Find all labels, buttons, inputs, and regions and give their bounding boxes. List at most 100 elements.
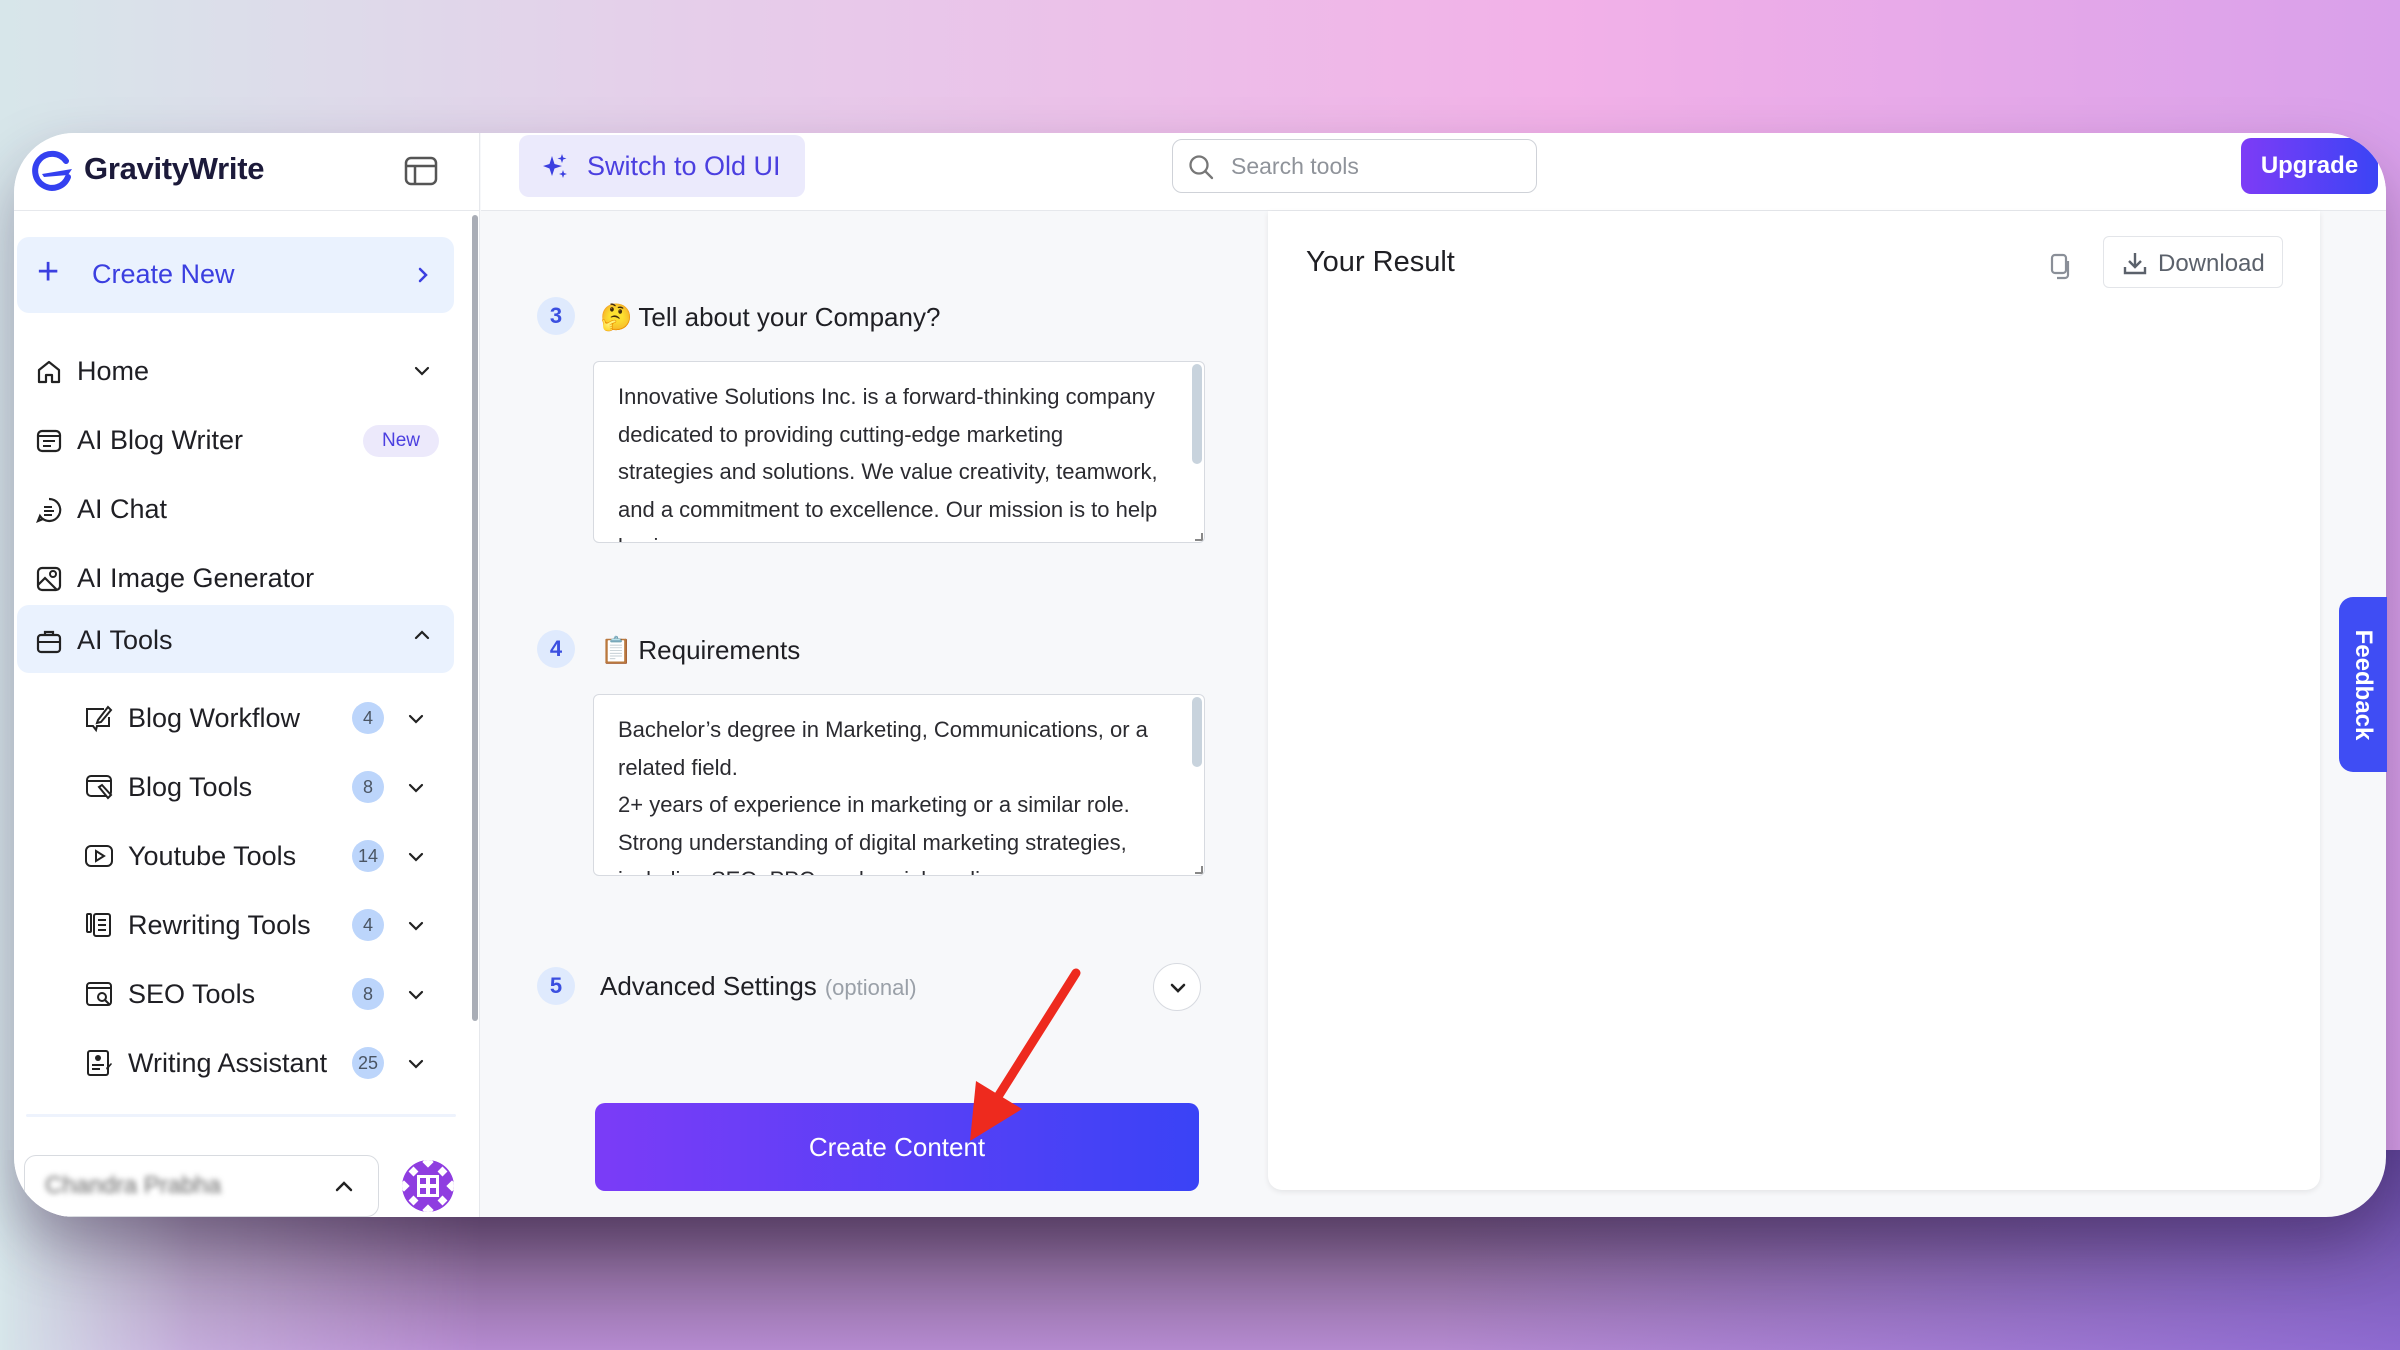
switch-to-old-ui-button[interactable]: Switch to Old UI [519, 135, 805, 197]
blog-writer-icon [36, 429, 62, 453]
create-new-button[interactable]: + Create New [17, 237, 454, 313]
sidebar-toggle-icon[interactable] [402, 152, 440, 190]
company-description-input[interactable]: Innovative Solutions Inc. is a forward-t… [594, 362, 1204, 542]
sidebar-subitem-blog-workflow[interactable]: Blog Workflow 4 [54, 689, 454, 749]
chevron-down-icon [408, 783, 424, 793]
step-title-text: Advanced Settings [600, 971, 817, 1001]
sidebar-item-ai-chat[interactable]: AI Chat [17, 476, 454, 542]
sidebar-item-ai-blog-writer[interactable]: AI Blog Writer New [17, 407, 454, 473]
sparkle-icon [543, 154, 567, 178]
result-title: Your Result [1306, 246, 1455, 278]
plus-icon: + [37, 251, 60, 293]
sidebar-subitem-blog-tools[interactable]: Blog Tools 8 [54, 758, 454, 818]
seo-icon [86, 982, 112, 1006]
create-content-button[interactable]: Create Content [595, 1103, 1199, 1191]
step-title-text: Requirements [638, 635, 801, 665]
home-icon [37, 360, 61, 384]
result-panel: Your Result Download [1268, 211, 2320, 1190]
briefcase-icon [36, 630, 62, 654]
copy-icon[interactable] [2046, 251, 2076, 281]
subitem-label: Blog Tools [128, 772, 253, 802]
sidebar-item-label: AI Chat [77, 494, 168, 524]
feedback-label: Feedback [2350, 629, 2377, 740]
gravitywrite-logo-icon [32, 150, 72, 191]
search-box [1172, 139, 1537, 193]
advanced-settings-toggle[interactable] [1153, 963, 1201, 1011]
download-icon [2123, 253, 2147, 275]
sidebar-item-ai-tools[interactable]: AI Tools [17, 605, 454, 673]
chevron-down-icon [1170, 983, 1186, 993]
edit-window-icon [86, 705, 113, 733]
upgrade-button[interactable]: Upgrade [2241, 138, 2378, 194]
step-title-advanced-settings[interactable]: Advanced Settings (optional) [600, 971, 917, 1002]
count-badge: 4 [352, 909, 384, 941]
brand-name: GravityWrite [84, 151, 265, 186]
sidebar-scrollbar[interactable] [472, 215, 478, 1021]
sidebar-item-label: Home [77, 356, 150, 386]
count-badge: 4 [352, 702, 384, 734]
company-description-field: Innovative Solutions Inc. is a forward-t… [593, 361, 1205, 543]
thinking-face-icon: 🤔 [600, 302, 633, 332]
chevron-down-icon [408, 852, 424, 862]
subitem-label: Rewriting Tools [128, 910, 311, 940]
rewrite-icon [86, 913, 111, 937]
step-title-text: Tell about your Company? [638, 302, 941, 332]
user-account-select[interactable]: Chandra Prabha [24, 1155, 379, 1217]
step-number: 3 [537, 297, 575, 335]
sidebar-item-home[interactable]: Home [17, 338, 454, 404]
youtube-icon [85, 845, 113, 867]
resize-handle[interactable] [1195, 533, 1203, 541]
chevron-down-icon [408, 990, 424, 1000]
clipboard-icon: 📋 [600, 635, 633, 665]
requirements-field: Bachelor’s degree in Marketing, Communic… [593, 694, 1205, 876]
count-badge: 8 [352, 978, 384, 1010]
sidebar-item-ai-image-generator[interactable]: AI Image Generator [17, 545, 454, 611]
sidebar-subitem-rewriting-tools[interactable]: Rewriting Tools 4 [54, 896, 454, 956]
subitem-label: Writing Assistant [128, 1048, 328, 1078]
search-icon [1189, 155, 1214, 180]
sidebar-item-label: AI Blog Writer [77, 425, 244, 455]
sidebar-subitem-youtube-tools[interactable]: Youtube Tools 14 [54, 827, 454, 887]
download-button[interactable]: Download [2103, 236, 2283, 288]
sidebar-item-label: AI Image Generator [77, 563, 315, 593]
blog-tools-icon [86, 775, 113, 800]
download-label: Download [2158, 250, 2265, 277]
app-window: GravityWrite + Create New Home AI Blog W… [14, 133, 2386, 1217]
textarea-scrollbar[interactable] [1192, 697, 1202, 767]
subitem-label: SEO Tools [128, 979, 256, 1009]
chevron-down-icon [414, 366, 430, 376]
count-badge: 14 [352, 840, 384, 872]
chevron-down-icon [408, 714, 424, 724]
count-badge: 25 [352, 1047, 384, 1079]
feedback-tab[interactable]: Feedback [2339, 597, 2387, 772]
chevron-up-icon [414, 630, 430, 640]
user-name: Chandra Prabha [45, 1172, 222, 1199]
count-badge: 8 [352, 771, 384, 803]
sidebar-subitem-writing-assistant[interactable]: Writing Assistant 25 [54, 1034, 454, 1094]
step-number: 4 [537, 630, 575, 668]
step-number: 5 [537, 967, 575, 1005]
chevron-down-icon [408, 921, 424, 931]
textarea-scrollbar[interactable] [1192, 364, 1202, 464]
step-title-company: 🤔 Tell about your Company? [600, 302, 940, 333]
brand-header: GravityWrite [14, 133, 480, 211]
chevron-down-icon [408, 1059, 424, 1069]
subitem-label: Blog Workflow [128, 703, 301, 733]
search-input[interactable] [1231, 150, 1521, 182]
avatar[interactable] [402, 1160, 454, 1212]
subitem-label: Youtube Tools [128, 841, 297, 871]
top-bar: Switch to Old UI Upgrade [481, 133, 2386, 211]
sidebar-subitem-seo-tools[interactable]: SEO Tools 8 [54, 965, 454, 1025]
optional-label: (optional) [824, 975, 917, 1000]
requirements-input[interactable]: Bachelor’s degree in Marketing, Communic… [594, 695, 1204, 875]
create-new-label: Create New [92, 259, 235, 289]
writing-assistant-icon [87, 1050, 112, 1076]
sidebar-item-label: AI Tools [77, 625, 173, 655]
chevron-up-icon [335, 1181, 353, 1192]
step-title-requirements: 📋 Requirements [600, 635, 800, 666]
sidebar-divider [26, 1114, 456, 1117]
sidebar: GravityWrite + Create New Home AI Blog W… [14, 133, 480, 1217]
resize-handle[interactable] [1195, 866, 1203, 874]
chevron-right-icon [418, 267, 428, 283]
switch-ui-label: Switch to Old UI [587, 151, 781, 181]
